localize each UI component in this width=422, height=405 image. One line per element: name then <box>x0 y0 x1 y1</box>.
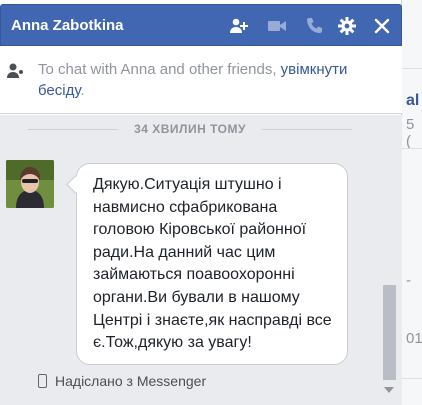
divider <box>402 148 422 149</box>
scrollbar[interactable] <box>380 115 400 405</box>
chat-off-text: To chat with Anna and other friends, уві… <box>38 59 393 101</box>
voice-call-icon[interactable] <box>305 16 325 36</box>
divider <box>402 378 422 379</box>
background-page: al 5 ( - 01 <box>401 0 422 405</box>
chat-off-notice: To chat with Anna and other friends, уві… <box>0 46 402 114</box>
chat-window: Anna Zabotkina To chat with Anna and oth… <box>0 0 402 405</box>
bg-text-fragment: - <box>406 272 411 289</box>
sent-via-text: Надіслано з Messenger <box>55 373 207 389</box>
close-icon[interactable] <box>372 16 392 36</box>
sent-via-label: Надіслано з Messenger <box>38 373 206 389</box>
gear-icon[interactable] <box>337 16 357 36</box>
bg-text-fragment: 01 <box>406 330 422 347</box>
chat-header[interactable]: Anna Zabotkina <box>0 4 402 46</box>
video-call-icon[interactable] <box>267 16 287 36</box>
bg-text-fragment: 5 ( <box>406 116 415 150</box>
invite-text: To chat with Anna and other friends, <box>38 61 277 78</box>
divider <box>402 68 422 69</box>
conversation-area[interactable]: 34 ХВИЛИН ТОМУ Дякую.Ситуація штушно і н… <box>0 115 402 405</box>
avatar[interactable] <box>6 160 54 208</box>
invite-suffix: . <box>80 82 85 99</box>
message-timestamp: 34 ХВИЛИН ТОМУ <box>0 122 380 136</box>
bg-text-fragment: al <box>406 92 420 109</box>
message-bubble: Дякую.Ситуація штушно і навмисно сфабрик… <box>76 163 348 365</box>
scrollbar-thumb[interactable] <box>383 285 396 380</box>
add-friend-icon[interactable] <box>229 16 249 36</box>
scroll-down-arrow-icon[interactable] <box>384 387 394 393</box>
chat-title[interactable]: Anna Zabotkina <box>11 17 124 34</box>
person-icon <box>6 60 28 80</box>
phone-icon <box>38 374 47 388</box>
